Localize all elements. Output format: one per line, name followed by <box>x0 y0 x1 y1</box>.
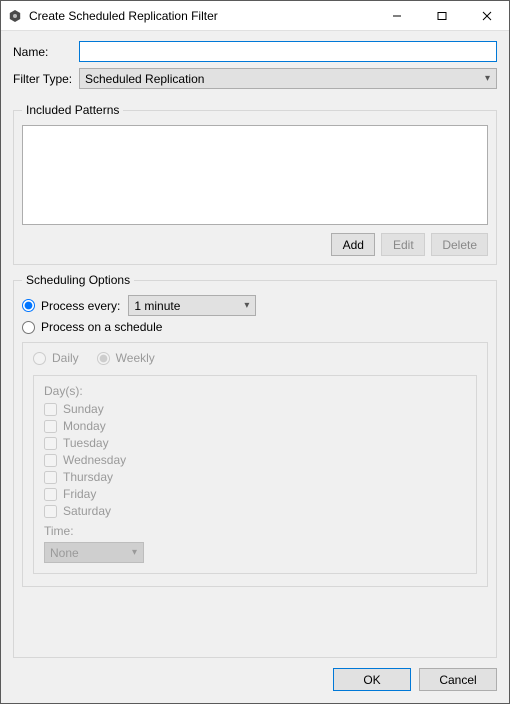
daily-label: Daily <box>52 351 79 365</box>
maximize-button[interactable] <box>419 1 464 30</box>
filter-type-dropdown[interactable]: Scheduled Replication ▾ <box>79 68 497 89</box>
scheduling-options-legend: Scheduling Options <box>22 273 134 287</box>
filter-type-label: Filter Type: <box>13 72 79 86</box>
process-schedule-radio-input[interactable] <box>22 321 35 334</box>
add-button[interactable]: Add <box>331 233 375 256</box>
wednesday-check <box>44 454 57 467</box>
patterns-buttons: Add Edit Delete <box>22 233 488 256</box>
days-box: Day(s): Sunday Monday Tuesday Wednesday … <box>33 375 477 574</box>
daily-radio: Daily <box>33 351 79 365</box>
tuesday-label: Tuesday <box>63 436 109 450</box>
chevron-down-icon: ▾ <box>132 547 137 558</box>
process-every-radio-input[interactable] <box>22 299 35 312</box>
time-dropdown: None ▾ <box>44 542 144 563</box>
minimize-button[interactable] <box>374 1 419 30</box>
frequency-row: Daily Weekly <box>33 351 477 365</box>
edit-button: Edit <box>381 233 425 256</box>
weekly-label: Weekly <box>116 351 155 365</box>
monday-check <box>44 420 57 433</box>
cancel-button[interactable]: Cancel <box>419 668 497 691</box>
saturday-check <box>44 505 57 518</box>
name-row: Name: <box>13 41 497 62</box>
dialog-buttons: OK Cancel <box>1 658 509 703</box>
day-sunday: Sunday <box>44 402 466 416</box>
included-patterns-legend: Included Patterns <box>22 103 123 117</box>
process-every-dropdown[interactable]: 1 minute ▾ <box>128 295 256 316</box>
included-patterns-group: Included Patterns Add Edit Delete <box>13 103 497 265</box>
weekly-radio: Weekly <box>97 351 155 365</box>
day-monday: Monday <box>44 419 466 433</box>
process-every-label: Process every: <box>41 299 120 313</box>
process-every-row: Process every: 1 minute ▾ <box>22 295 488 316</box>
day-friday: Friday <box>44 487 466 501</box>
filter-type-value: Scheduled Replication <box>85 72 204 86</box>
chevron-down-icon: ▾ <box>244 300 249 311</box>
patterns-list[interactable] <box>22 125 488 225</box>
dialog-content: Name: Filter Type: Scheduled Replication… <box>1 31 509 658</box>
saturday-label: Saturday <box>63 504 111 518</box>
delete-button: Delete <box>431 233 488 256</box>
titlebar: Create Scheduled Replication Filter <box>1 1 509 31</box>
process-schedule-row: Process on a schedule <box>22 320 488 334</box>
day-thursday: Thursday <box>44 470 466 484</box>
window-controls <box>374 1 509 30</box>
sunday-label: Sunday <box>63 402 104 416</box>
day-saturday: Saturday <box>44 504 466 518</box>
time-value: None <box>50 546 79 560</box>
daily-radio-input <box>33 352 46 365</box>
process-every-value: 1 minute <box>134 299 180 313</box>
friday-check <box>44 488 57 501</box>
filter-type-row: Filter Type: Scheduled Replication ▾ <box>13 68 497 89</box>
ok-button[interactable]: OK <box>333 668 411 691</box>
friday-label: Friday <box>63 487 96 501</box>
app-icon <box>7 8 23 24</box>
name-input[interactable] <box>79 41 497 62</box>
thursday-label: Thursday <box>63 470 113 484</box>
dialog-window: Create Scheduled Replication Filter Name… <box>0 0 510 704</box>
wednesday-label: Wednesday <box>63 453 126 467</box>
chevron-down-icon: ▾ <box>485 73 490 84</box>
time-label: Time: <box>44 524 466 538</box>
sunday-check <box>44 403 57 416</box>
day-wednesday: Wednesday <box>44 453 466 467</box>
name-label: Name: <box>13 45 79 59</box>
scheduling-options-group: Scheduling Options Process every: 1 minu… <box>13 273 497 658</box>
process-schedule-label: Process on a schedule <box>41 320 162 334</box>
monday-label: Monday <box>63 419 106 433</box>
close-button[interactable] <box>464 1 509 30</box>
tuesday-check <box>44 437 57 450</box>
process-every-radio[interactable]: Process every: <box>22 299 120 313</box>
schedule-details: Daily Weekly Day(s): Sunday Monday Tuesd… <box>22 342 488 587</box>
process-schedule-radio[interactable]: Process on a schedule <box>22 320 162 334</box>
thursday-check <box>44 471 57 484</box>
weekly-radio-input <box>97 352 110 365</box>
window-title: Create Scheduled Replication Filter <box>29 9 374 23</box>
day-tuesday: Tuesday <box>44 436 466 450</box>
days-label: Day(s): <box>44 384 466 398</box>
